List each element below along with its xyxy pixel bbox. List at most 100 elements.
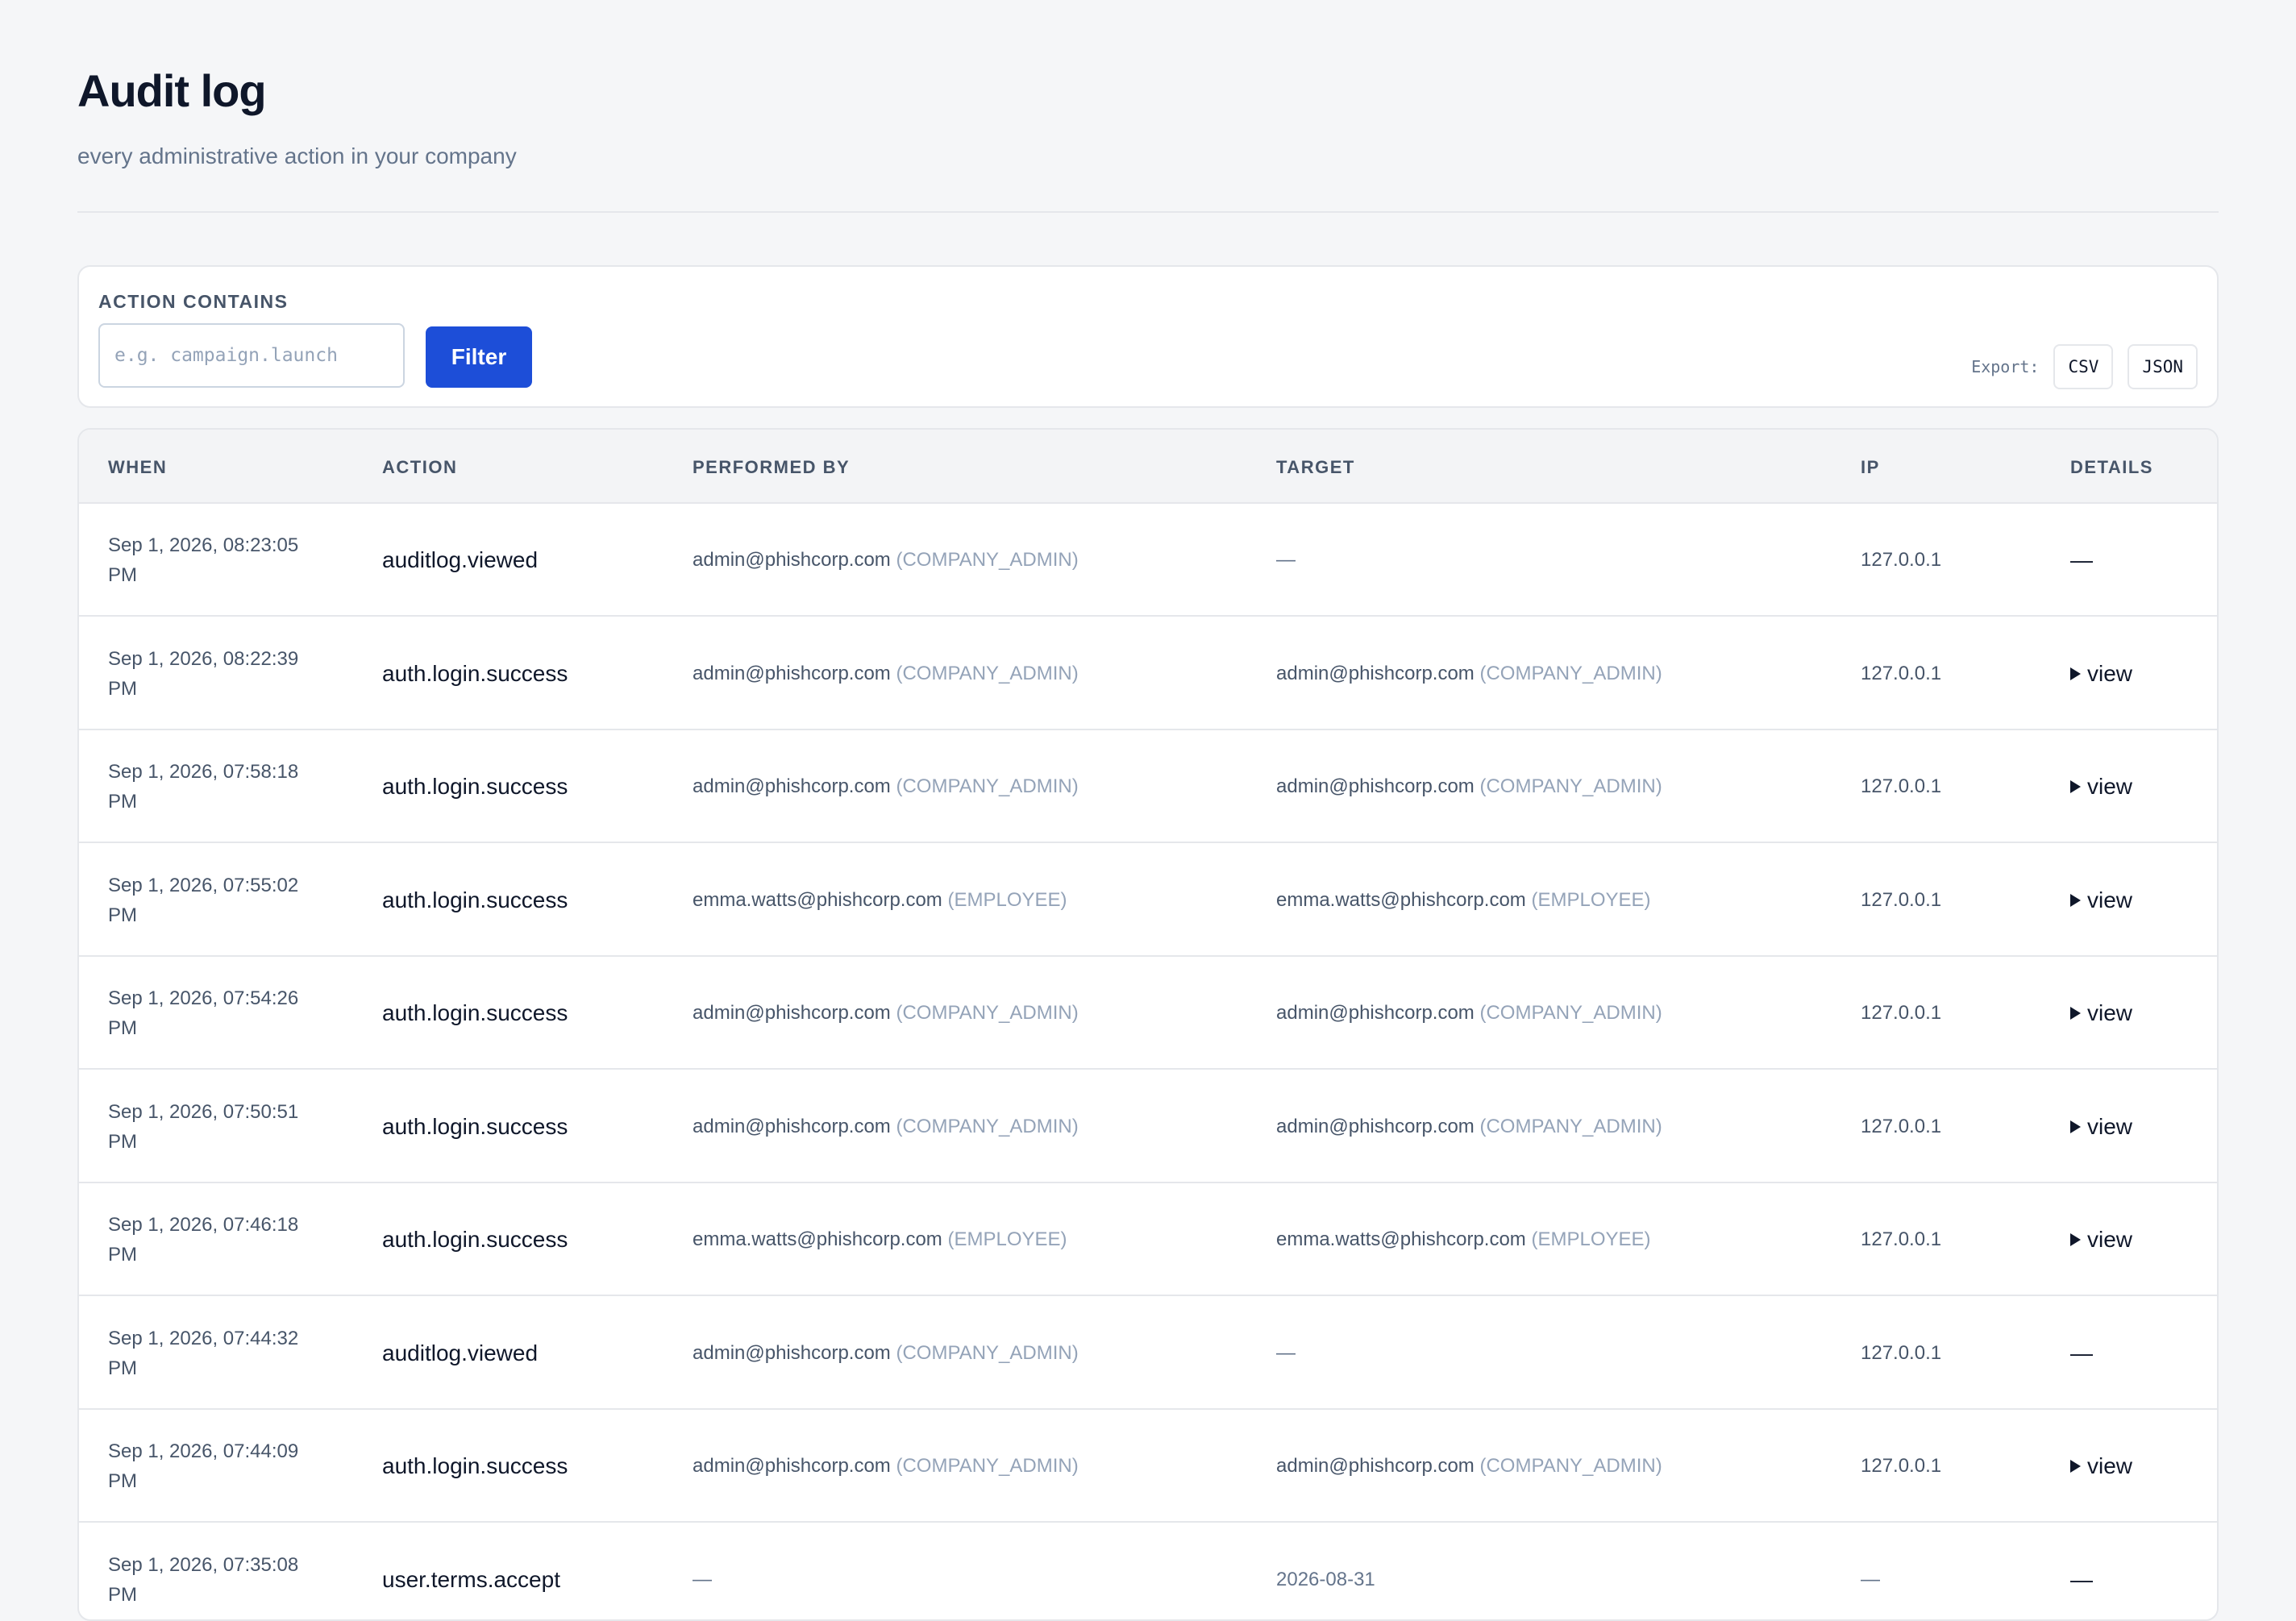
- column-header-action: ACTION: [382, 457, 457, 478]
- performed-by-role: (COMPANY_ADMIN): [896, 549, 1078, 571]
- when-cell: Sep 1, 2026, 07:46:18 PM: [108, 1183, 326, 1296]
- details-empty: —: [2070, 547, 2093, 573]
- view-details-label: view: [2087, 1000, 2132, 1026]
- column-header-when: WHEN: [108, 457, 167, 478]
- target-cell: admin@phishcorp.com (COMPANY_ADMIN): [1276, 1410, 1662, 1523]
- target-email: 2026-08-31: [1276, 1569, 1375, 1590]
- target-email: —: [1276, 1342, 1296, 1364]
- filter-button[interactable]: Filter: [426, 326, 532, 388]
- ip-cell: 127.0.0.1: [1861, 1183, 1941, 1296]
- target: admin@phishcorp.com (COMPANY_ADMIN): [1276, 775, 1662, 798]
- performed-by: admin@phishcorp.com (COMPANY_ADMIN): [693, 1002, 1079, 1025]
- performed-by: emma.watts@phishcorp.com (EMPLOYEE): [693, 1228, 1067, 1251]
- target-email: —: [1276, 549, 1296, 571]
- column-header-ip: IP: [1861, 457, 1880, 478]
- view-details-toggle[interactable]: view: [2070, 774, 2132, 800]
- table-row: Sep 1, 2026, 07:46:18 PM auth.login.succe…: [79, 1183, 2217, 1296]
- performed-by-role: (COMPANY_ADMIN): [896, 775, 1078, 797]
- action-cell: auth.login.success: [382, 844, 568, 957]
- details-cell: view: [2070, 1410, 2132, 1523]
- details-cell: view: [2070, 1070, 2132, 1183]
- when-cell: Sep 1, 2026, 07:50:51 PM: [108, 1070, 326, 1183]
- target: admin@phishcorp.com (COMPANY_ADMIN): [1276, 663, 1662, 685]
- view-details-toggle[interactable]: view: [2070, 1227, 2132, 1253]
- performed-by-email: admin@phishcorp.com: [693, 663, 891, 684]
- performed-by-cell: admin@phishcorp.com (COMPANY_ADMIN): [693, 1410, 1079, 1523]
- action-cell: auth.login.success: [382, 957, 568, 1070]
- performed-by: —: [693, 1569, 712, 1591]
- performed-by: admin@phishcorp.com (COMPANY_ADMIN): [693, 1342, 1079, 1365]
- ip-cell: 127.0.0.1: [1861, 504, 1941, 617]
- target-cell: 2026-08-31: [1276, 1523, 1375, 1621]
- details-cell: view: [2070, 617, 2132, 730]
- details-cell: —: [2070, 1297, 2093, 1410]
- triangle-right-icon: [2070, 667, 2081, 680]
- when-cell: Sep 1, 2026, 07:44:09 PM: [108, 1410, 326, 1523]
- action-name: auth.login.success: [382, 1227, 568, 1253]
- when-cell: Sep 1, 2026, 07:44:32 PM: [108, 1297, 326, 1410]
- action-cell: auth.login.success: [382, 1070, 568, 1183]
- view-details-label: view: [2087, 1227, 2132, 1253]
- details-cell: —: [2070, 1523, 2093, 1621]
- target-cell: admin@phishcorp.com (COMPANY_ADMIN): [1276, 1070, 1662, 1183]
- target: —: [1276, 1342, 1296, 1365]
- details-cell: view: [2070, 844, 2132, 957]
- ip-cell: 127.0.0.1: [1861, 1297, 1941, 1410]
- target-role: (COMPANY_ADMIN): [1479, 1455, 1662, 1477]
- action-cell: auth.login.success: [382, 730, 568, 843]
- performed-by: admin@phishcorp.com (COMPANY_ADMIN): [693, 1455, 1079, 1478]
- target-role: (COMPANY_ADMIN): [1479, 663, 1662, 684]
- performed-by-email: admin@phishcorp.com: [693, 775, 891, 797]
- performed-by-cell: admin@phishcorp.com (COMPANY_ADMIN): [693, 617, 1079, 730]
- view-details-toggle[interactable]: view: [2070, 661, 2132, 687]
- performed-by: admin@phishcorp.com (COMPANY_ADMIN): [693, 775, 1079, 798]
- details-cell: —: [2070, 504, 2093, 617]
- target-email: admin@phishcorp.com: [1276, 1116, 1475, 1137]
- target: emma.watts@phishcorp.com (EMPLOYEE): [1276, 889, 1651, 912]
- table-row: Sep 1, 2026, 08:22:39 PMauth.login.succe…: [79, 617, 2217, 730]
- table-row: Sep 1, 2026, 07:44:09 PMauth.login.succe…: [79, 1410, 2217, 1523]
- view-details-toggle[interactable]: view: [2070, 1000, 2132, 1026]
- column-header-performed-by: PERFORMED BY: [693, 457, 850, 478]
- target-role: (EMPLOYEE): [1531, 1228, 1650, 1250]
- action-cell: auth.login.success: [382, 1183, 568, 1296]
- performed-by-cell: emma.watts@phishcorp.com (EMPLOYEE): [693, 844, 1067, 957]
- view-details-label: view: [2087, 1114, 2132, 1140]
- triangle-right-icon: [2070, 780, 2081, 793]
- performed-by-email: emma.watts@phishcorp.com: [693, 889, 942, 911]
- target-email: admin@phishcorp.com: [1276, 1002, 1475, 1024]
- details-empty: —: [2070, 1567, 2093, 1593]
- action-cell: user.terms.accept: [382, 1523, 560, 1621]
- performed-by-email: —: [693, 1569, 712, 1590]
- export-json-button[interactable]: JSON: [2128, 344, 2198, 389]
- filter-card: ACTION CONTAINS Filter Export: CSV JSON: [77, 265, 2219, 408]
- target: admin@phishcorp.com (COMPANY_ADMIN): [1276, 1002, 1662, 1025]
- table-header: WHEN ACTION PERFORMED BY TARGET IP DETAI…: [79, 430, 2217, 504]
- action-name: auditlog.viewed: [382, 1340, 538, 1366]
- ip-address: —: [1861, 1569, 1880, 1591]
- performed-by-cell: admin@phishcorp.com (COMPANY_ADMIN): [693, 957, 1079, 1070]
- timestamp: Sep 1, 2026, 08:23:05 PM: [108, 530, 326, 590]
- target-cell: —: [1276, 504, 1296, 617]
- performed-by-role: (EMPLOYEE): [947, 889, 1067, 911]
- performed-by-cell: admin@phishcorp.com (COMPANY_ADMIN): [693, 1297, 1079, 1410]
- action-filter-input[interactable]: [98, 323, 405, 388]
- view-details-toggle[interactable]: view: [2070, 1114, 2132, 1140]
- when-cell: Sep 1, 2026, 08:23:05 PM: [108, 504, 326, 617]
- export-group: Export: CSV JSON: [1971, 344, 2198, 389]
- table-row: Sep 1, 2026, 07:50:51 PM auth.login.succe…: [79, 1070, 2217, 1183]
- ip-address: 127.0.0.1: [1861, 1002, 1941, 1025]
- target-cell: emma.watts@phishcorp.com (EMPLOYEE): [1276, 1183, 1651, 1296]
- performed-by-email: admin@phishcorp.com: [693, 1002, 891, 1024]
- table-row: Sep 1, 2026, 08:23:05 PMauditlog.vieweda…: [79, 504, 2217, 617]
- ip-cell: 127.0.0.1: [1861, 617, 1941, 730]
- ip-cell: 127.0.0.1: [1861, 1410, 1941, 1523]
- details-cell: view: [2070, 957, 2132, 1070]
- triangle-right-icon: [2070, 1460, 2081, 1473]
- performed-by-email: admin@phishcorp.com: [693, 1455, 891, 1477]
- view-details-toggle[interactable]: view: [2070, 887, 2132, 913]
- ip-cell: 127.0.0.1: [1861, 957, 1941, 1070]
- performed-by-cell: —: [693, 1523, 712, 1621]
- view-details-toggle[interactable]: view: [2070, 1453, 2132, 1479]
- export-csv-button[interactable]: CSV: [2053, 344, 2113, 389]
